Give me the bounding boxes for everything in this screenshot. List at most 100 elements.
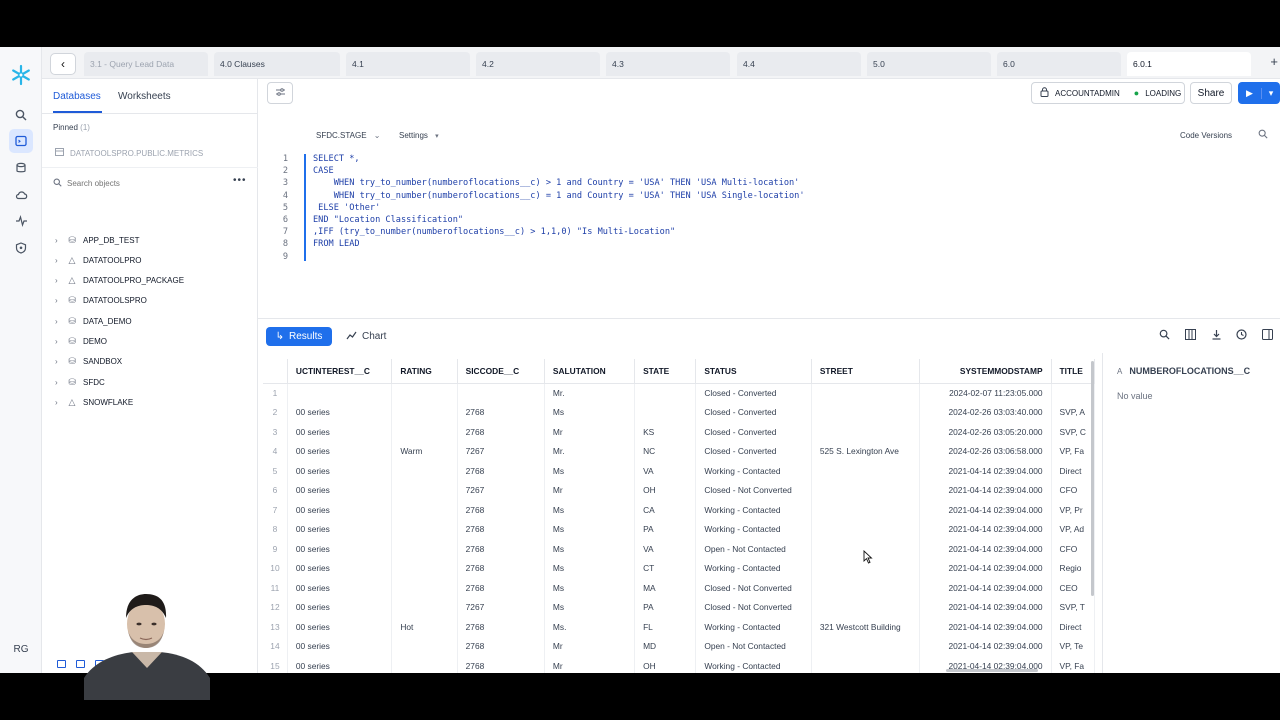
table-row[interactable]: 1 Mr. Closed - Converted 2024-02-07 11:23:0…: [263, 383, 1095, 403]
table-cell[interactable]: [391, 558, 458, 578]
table-cell[interactable]: 2768: [457, 539, 545, 559]
table-cell[interactable]: CFO: [1051, 539, 1095, 559]
table-cell[interactable]: [391, 519, 458, 539]
chevron-right-icon[interactable]: ›: [55, 357, 61, 366]
search-objects-input[interactable]: [67, 178, 217, 188]
table-cell[interactable]: 2021-04-14 02:39:04.000: [919, 480, 1052, 500]
table-cell[interactable]: 2021-04-14 02:39:04.000: [919, 597, 1052, 617]
role-warehouse-selector[interactable]: ACCOUNTADMIN ● LOADING: [1031, 82, 1185, 104]
table-cell[interactable]: Direct: [1051, 461, 1095, 481]
table-cell[interactable]: 2768: [457, 461, 545, 481]
table-cell[interactable]: CFO: [1051, 480, 1095, 500]
code-line[interactable]: 2 CASE: [258, 166, 1158, 178]
search-icon[interactable]: [1258, 129, 1268, 142]
table-row[interactable]: 11 00 series 2768 Ms MA Closed - Not Converte…: [263, 578, 1095, 598]
column-header[interactable]: STATUS: [695, 359, 812, 384]
table-cell[interactable]: [811, 480, 921, 500]
table-cell[interactable]: [811, 578, 921, 598]
code-line[interactable]: 8 FROM LEAD: [258, 239, 1158, 251]
table-cell[interactable]: OH: [634, 656, 697, 673]
table-cell[interactable]: Mr.: [544, 383, 636, 403]
table-cell[interactable]: Mr: [544, 422, 636, 442]
table-cell[interactable]: Ms: [544, 461, 636, 481]
table-cell[interactable]: MA: [634, 578, 697, 598]
table-row[interactable]: 8 00 series 2768 Ms PA Working - Contacted 202…: [263, 519, 1095, 539]
worksheet-tab[interactable]: 6.0: [997, 52, 1121, 76]
table-cell[interactable]: PA: [634, 519, 697, 539]
table-cell[interactable]: VP, Fa: [1051, 441, 1095, 461]
pinned-item[interactable]: DATATOOLSPRO.PUBLIC.METRICS: [55, 148, 203, 158]
worksheet-tab[interactable]: 4.1: [346, 52, 470, 76]
code-line[interactable]: 9: [258, 252, 1158, 264]
sql-editor[interactable]: 1 SELECT *, 2 CASE 3 WHEN try_to_number(numb…: [258, 154, 1280, 314]
column-header[interactable]: RATING: [391, 359, 458, 384]
database-item[interactable]: › ⛁ DEMO: [55, 335, 107, 349]
table-cell[interactable]: [811, 597, 921, 617]
table-cell[interactable]: VP, Pr: [1051, 500, 1095, 520]
table-cell[interactable]: [391, 597, 458, 617]
table-cell[interactable]: 2768: [457, 656, 545, 673]
table-cell[interactable]: 2021-04-14 02:39:04.000: [919, 636, 1052, 656]
user-avatar[interactable]: RG: [9, 639, 33, 659]
table-row[interactable]: 4 00 series Warm 7267 Mr. NC Closed - Converte…: [263, 441, 1095, 461]
columns-icon[interactable]: [1185, 329, 1196, 343]
table-cell[interactable]: Closed - Converted: [695, 383, 812, 403]
table-cell[interactable]: 2021-04-14 02:39:04.000: [919, 539, 1052, 559]
table-cell[interactable]: Regio: [1051, 558, 1095, 578]
database-item[interactable]: › △ DATATOOLPRO: [55, 253, 142, 267]
code-line[interactable]: 7 ,IFF (try_to_number(numberoflocations__…: [258, 227, 1158, 239]
code-line[interactable]: 1 SELECT *,: [258, 154, 1158, 166]
table-cell[interactable]: Ms.: [544, 617, 636, 637]
chart-tab[interactable]: Chart: [346, 327, 386, 346]
table-cell[interactable]: 2768: [457, 422, 545, 442]
table-cell[interactable]: Ms: [544, 539, 636, 559]
settings-dropdown[interactable]: Settings ▾: [399, 131, 439, 140]
table-cell[interactable]: 2024-02-07 11:23:05.000: [919, 383, 1052, 403]
table-cell[interactable]: SVP, A: [1051, 402, 1095, 422]
table-cell[interactable]: 00 series: [287, 636, 393, 656]
new-tab-button[interactable]: +: [1270, 54, 1278, 69]
table-cell[interactable]: [391, 402, 458, 422]
table-cell[interactable]: 00 series: [287, 519, 393, 539]
table-cell[interactable]: 2024-02-26 03:03:40.000: [919, 402, 1052, 422]
column-header[interactable]: SICCODE__C: [457, 359, 545, 384]
table-cell[interactable]: 00 series: [287, 480, 393, 500]
results-tab[interactable]: ↳ Results: [266, 327, 332, 346]
database-item[interactable]: › ⛁ DATA_DEMO: [55, 314, 132, 328]
table-cell[interactable]: CEO: [1051, 578, 1095, 598]
activity-icon[interactable]: [9, 209, 33, 233]
table-cell[interactable]: VP, Ad: [1051, 519, 1095, 539]
table-cell[interactable]: Ms: [544, 500, 636, 520]
share-button[interactable]: Share: [1190, 82, 1232, 104]
back-button[interactable]: ‹: [50, 53, 76, 75]
column-header[interactable]: STATE: [634, 359, 697, 384]
chevron-right-icon[interactable]: ›: [55, 317, 61, 326]
table-cell[interactable]: 2768: [457, 519, 545, 539]
download-icon[interactable]: [1211, 329, 1222, 343]
table-cell[interactable]: VA: [634, 461, 697, 481]
table-cell[interactable]: CT: [634, 558, 697, 578]
table-cell[interactable]: Ms: [544, 578, 636, 598]
table-cell[interactable]: Closed - Converted: [695, 402, 812, 422]
database-item[interactable]: › △ DATATOOLPRO_PACKAGE: [55, 274, 184, 288]
more-options-button[interactable]: •••: [233, 175, 247, 186]
worksheet-tab[interactable]: 5.0: [867, 52, 991, 76]
table-cell[interactable]: 2768: [457, 617, 545, 637]
horizontal-scrollbar[interactable]: [946, 669, 1038, 672]
code-line[interactable]: 5 ELSE 'Other': [258, 203, 1158, 215]
worksheet-tab-active[interactable]: 6.0.1: [1127, 52, 1251, 76]
table-cell[interactable]: 00 series: [287, 617, 393, 637]
code-line[interactable]: 6 END "Location Classification": [258, 215, 1158, 227]
tab-worksheets[interactable]: Worksheets: [118, 91, 171, 102]
chevron-right-icon[interactable]: ›: [55, 337, 61, 346]
database-item[interactable]: › ⛁ DATATOOLSPRO: [55, 294, 147, 308]
table-cell[interactable]: Mr.: [544, 441, 636, 461]
table-cell[interactable]: 00 series: [287, 597, 393, 617]
table-row[interactable]: 2 00 series 2768 Ms Closed - Converted 2024-0…: [263, 402, 1095, 422]
table-row[interactable]: 12 00 series 7267 Ms PA Closed - Not Converte…: [263, 597, 1095, 617]
code-versions-button[interactable]: Code Versions: [1180, 131, 1232, 140]
worksheets-icon[interactable]: [9, 129, 33, 153]
table-cell[interactable]: 2768: [457, 558, 545, 578]
worksheet-tab[interactable]: 3.1 - Query Lead Data: [84, 52, 208, 76]
history-clock-icon[interactable]: [1236, 329, 1247, 343]
